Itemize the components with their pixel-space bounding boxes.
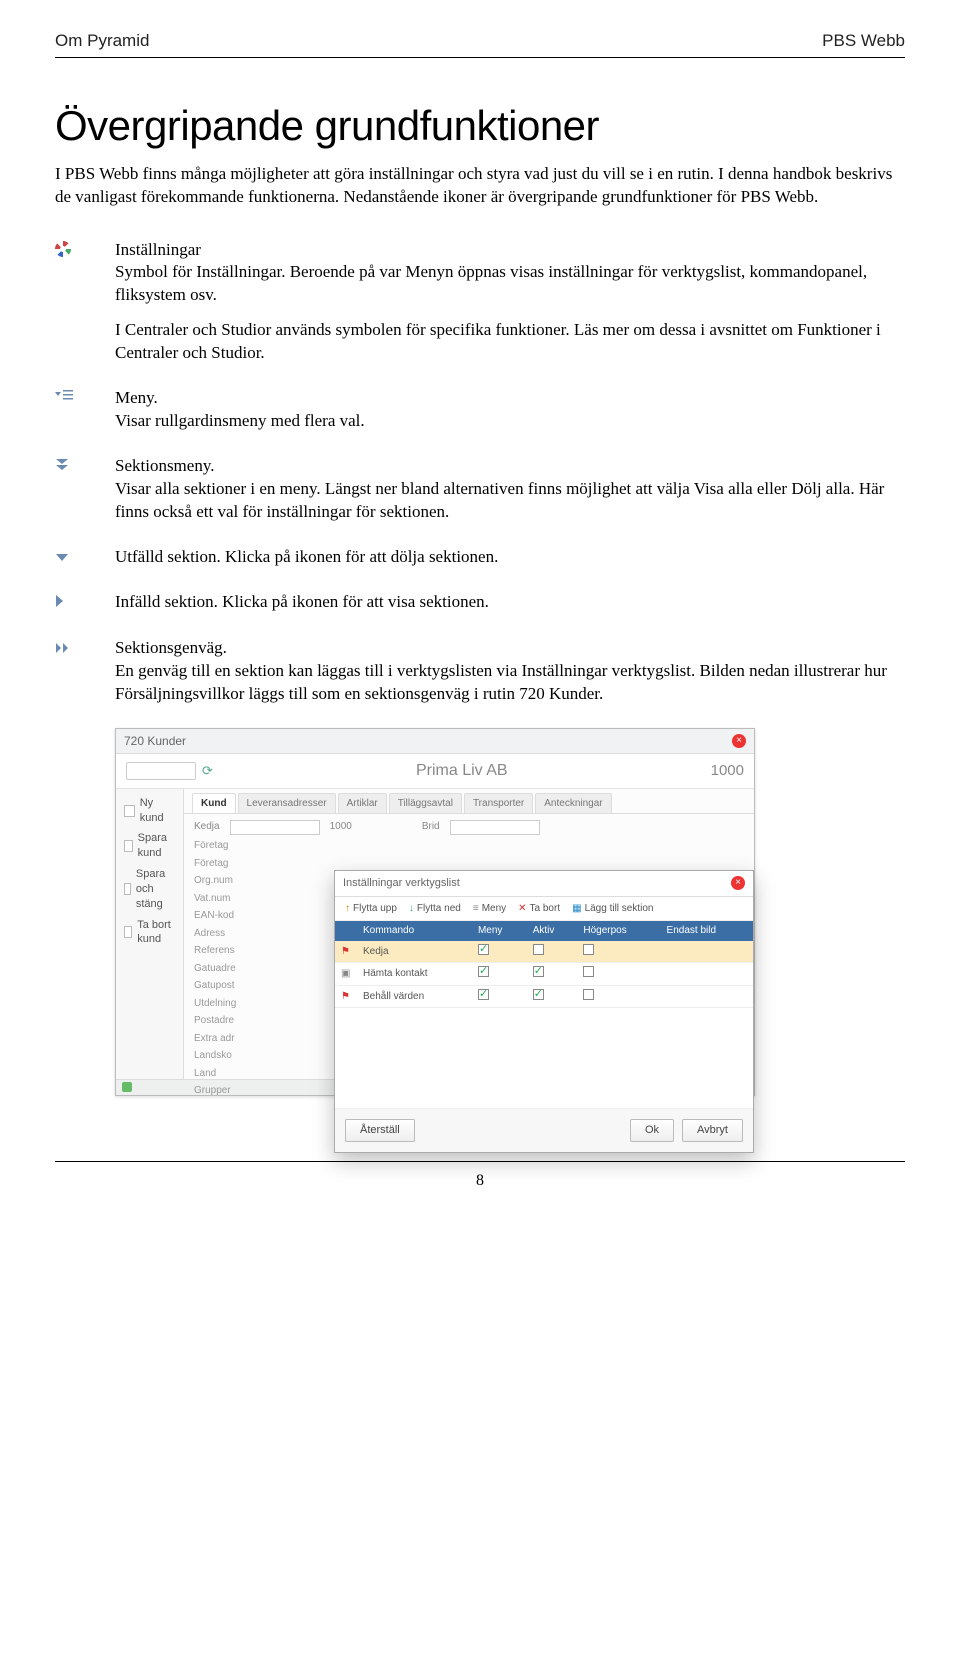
mock-field-label: Brid: [422, 820, 440, 834]
gear-icon: [55, 241, 71, 257]
move-down-button[interactable]: ↓Flytta ned: [409, 902, 461, 916]
page-header: Om Pyramid PBS Webb: [55, 30, 905, 58]
mock-modal-title: Inställningar verktygslist: [343, 876, 460, 891]
settings-desc-2: I Centraler och Studior används symbolen…: [115, 319, 905, 365]
mock-field-input[interactable]: [230, 820, 320, 835]
mock-tabs: Kund Leveransadresser Artiklar Tilläggsa…: [184, 789, 754, 815]
page-number: 8: [0, 1162, 960, 1212]
mock-field-label: Kedja: [194, 820, 220, 834]
move-up-button[interactable]: ↑Flytta upp: [345, 902, 397, 916]
flag-icon: ⚑: [341, 946, 350, 957]
mock-window-title: 720 Kunder: [124, 733, 186, 749]
mock-side-item[interactable]: Ta bort kund: [116, 915, 183, 951]
section-collapsed: Infälld sektion. Klicka på ikonen för at…: [55, 591, 905, 615]
shortcut-label: Sektionsgenväg.: [115, 638, 227, 657]
header-left: Om Pyramid: [55, 30, 149, 53]
collapsed-desc: Infälld sektion. Klicka på ikonen för at…: [115, 592, 489, 611]
mock-modal: Inställningar verktygslist × ↑Flytta upp…: [334, 870, 754, 1153]
section-expanded: Utfälld sektion. Klicka på ikonen för at…: [55, 546, 905, 570]
table-row[interactable]: ⚑ Behåll värden: [335, 985, 753, 1008]
mock-tab[interactable]: Tilläggsavtal: [389, 793, 462, 814]
section-shortcut: Sektionsgenväg. En genväg till en sektio…: [55, 637, 905, 706]
mock-modal-table: KommandoMenyAktivHögerposEndast bild ⚑ K…: [335, 921, 753, 1008]
section-settings: Inställningar Symbol för Inställningar. …: [55, 239, 905, 366]
mock-sidebar: Ny kund Spara kund Spara och stäng Ta bo…: [116, 789, 184, 1079]
intro-paragraph: I PBS Webb finns många möjligheter att g…: [55, 163, 905, 209]
mock-tab[interactable]: Transporter: [464, 793, 533, 814]
ok-button[interactable]: Ok: [630, 1119, 674, 1142]
chevron-right-icon: [55, 593, 67, 615]
table-row[interactable]: ⚑ Kedja: [335, 941, 753, 963]
reset-button[interactable]: Återställ: [345, 1119, 415, 1142]
menu-label: Meny.: [115, 388, 158, 407]
header-right: PBS Webb: [822, 30, 905, 53]
section-sectionmenu: Sektionsmeny. Visar alla sektioner i en …: [55, 455, 905, 524]
mock-tab[interactable]: Anteckningar: [535, 793, 611, 814]
menu-button[interactable]: ≡Meny: [473, 902, 506, 916]
sectionmenu-desc: Visar alla sektioner i en meny. Längst n…: [115, 479, 884, 521]
mock-customer-number: 1000: [711, 761, 744, 781]
close-icon[interactable]: ×: [731, 876, 745, 890]
mock-tab[interactable]: Leveransadresser: [238, 793, 336, 814]
mock-field-value: 1000: [330, 820, 352, 834]
section-menu: Meny. Visar rullgardinsmeny med flera va…: [55, 387, 905, 433]
cancel-button[interactable]: Avbryt: [682, 1119, 743, 1142]
settings-desc-1: Symbol för Inställningar. Beroende på va…: [115, 262, 867, 304]
table-row[interactable]: ▣ Hämta kontakt: [335, 963, 753, 986]
status-indicator-icon: [122, 1082, 132, 1092]
dropdown-list-icon: [55, 389, 73, 401]
mock-field-input[interactable]: [450, 820, 540, 835]
close-icon[interactable]: ×: [732, 734, 746, 748]
shortcut-desc: En genväg till en sektion kan läggas til…: [115, 661, 887, 703]
mock-customer-name: Prima Liv AB: [416, 760, 508, 782]
sectionmenu-label: Sektionsmeny.: [115, 456, 214, 475]
menu-desc: Visar rullgardinsmeny med flera val.: [115, 411, 365, 430]
item-icon: ▣: [341, 968, 350, 979]
refresh-icon[interactable]: ⟳: [202, 762, 213, 780]
mock-tab[interactable]: Artiklar: [338, 793, 387, 814]
mock-side-item[interactable]: Spara kund: [116, 828, 183, 864]
expanded-desc: Utfälld sektion. Klicka på ikonen för at…: [115, 547, 498, 566]
add-section-button[interactable]: ▦Lägg till sektion: [572, 902, 653, 916]
chevron-down-icon: [55, 548, 69, 570]
settings-label: Inställningar: [115, 240, 201, 259]
mock-tab[interactable]: Kund: [192, 793, 236, 814]
mock-search-input[interactable]: [126, 762, 196, 780]
mock-side-item[interactable]: Ny kund: [116, 793, 183, 829]
delete-button[interactable]: ✕Ta bort: [518, 902, 560, 916]
example-screenshot: 720 Kunder × ⟳ Prima Liv AB 1000 Ny kund…: [115, 728, 755, 1096]
mock-side-item[interactable]: Spara och stäng: [116, 864, 183, 915]
double-chevron-down-icon: [55, 457, 69, 479]
flag-icon: ⚑: [341, 991, 350, 1002]
double-chevron-right-icon: [55, 639, 71, 661]
page-title: Övergripande grundfunktioner: [55, 98, 905, 155]
